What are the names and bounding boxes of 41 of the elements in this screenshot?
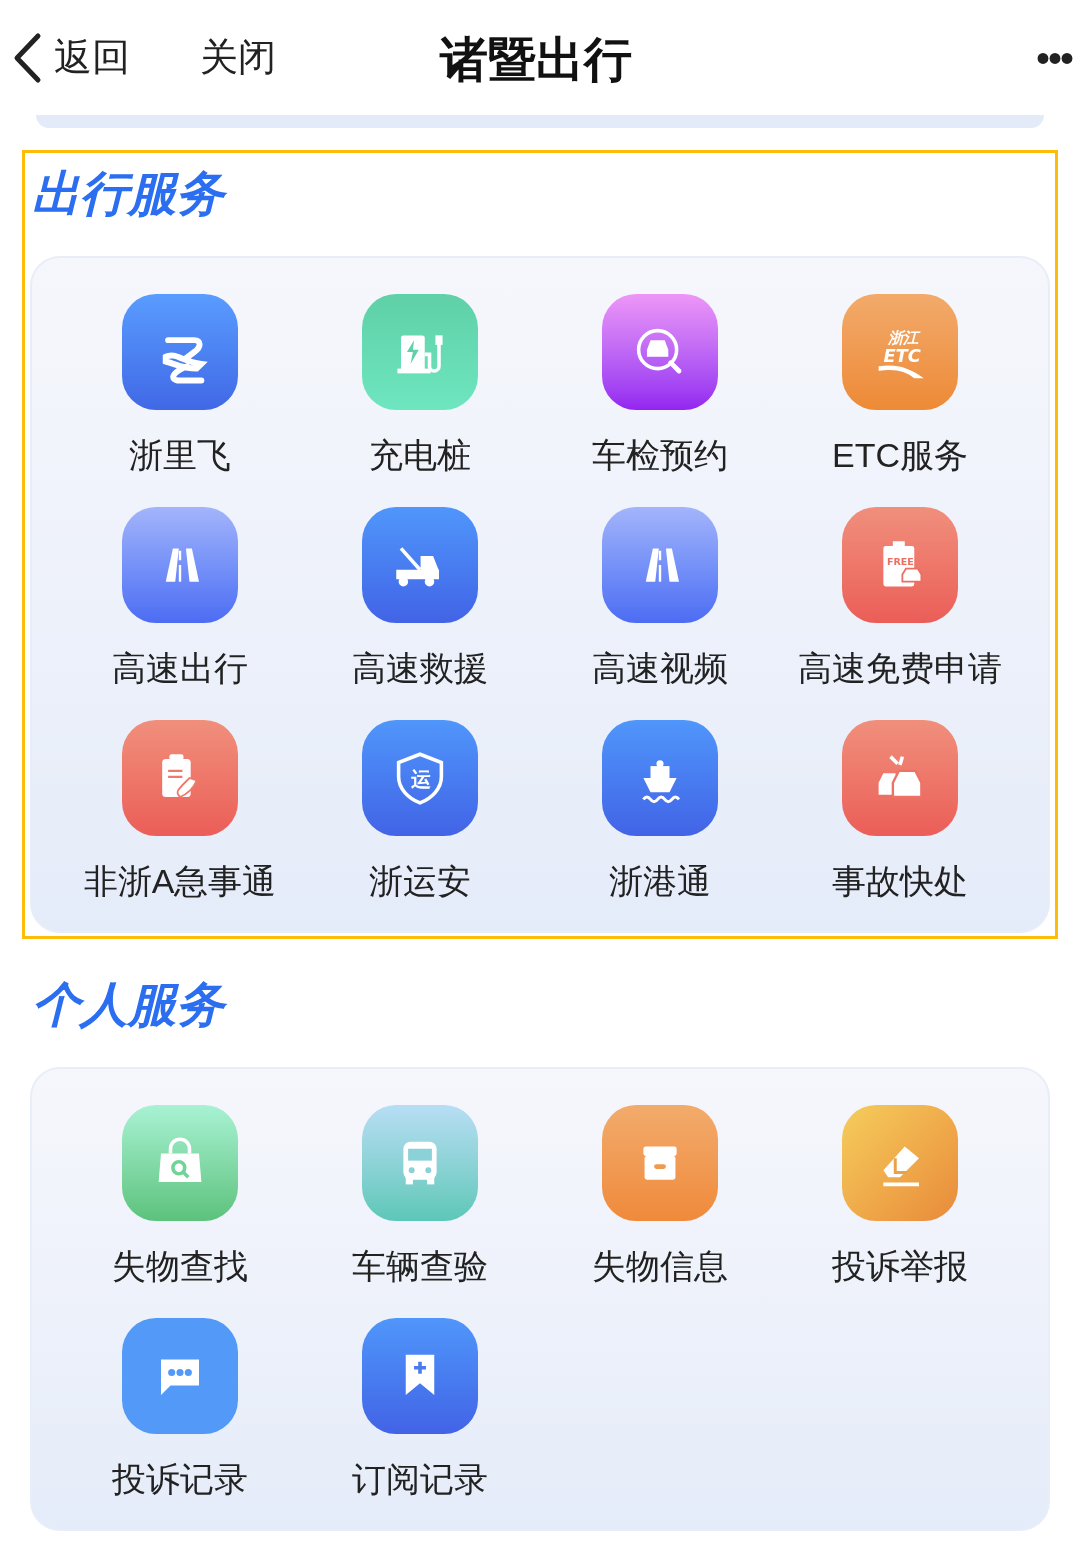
tow-truck-icon (396, 546, 440, 587)
clipboard-car-icon (883, 541, 923, 587)
service-item[interactable]: 高速出行 (60, 507, 300, 708)
bag-search-icon (158, 1137, 202, 1182)
service-item[interactable]: FREE 高速免费申请 (780, 507, 1020, 708)
service-item[interactable]: 高速视频 (540, 507, 780, 708)
road-icon (645, 548, 679, 582)
back-button[interactable]: 返回 (0, 29, 130, 86)
service-item[interactable]: 事故快处 (780, 720, 1020, 921)
service-item[interactable]: 投诉记录 (60, 1318, 300, 1519)
service-item[interactable]: 浙港通 (540, 720, 780, 921)
service-item[interactable]: 充电桩 (300, 294, 540, 495)
logo-text: 浙江 (888, 328, 919, 347)
icon-text: FREE (886, 556, 914, 567)
road-icon (165, 548, 199, 582)
eraser-icon (883, 1146, 919, 1187)
chat-icon (161, 1359, 199, 1395)
service-item[interactable]: 车检预约 (540, 294, 780, 495)
service-item[interactable]: 车辆查验 (300, 1105, 540, 1306)
bus-icon (403, 1141, 437, 1185)
service-item[interactable]: 投诉举报 (780, 1105, 1020, 1306)
service-item[interactable]: 高速救援 (300, 507, 540, 708)
service-item[interactable]: 浙里飞 (60, 294, 300, 495)
service-item[interactable]: 运 浙运安 (300, 720, 540, 921)
close-button[interactable]: 关闭 (200, 29, 276, 86)
service-item[interactable]: 失物信息 (540, 1105, 780, 1306)
box-icon (643, 1146, 677, 1180)
page-title: 诸暨出行 (440, 32, 632, 88)
plane-logo-icon (162, 337, 205, 384)
shield-icon (396, 752, 444, 805)
back-icon (12, 31, 42, 84)
bookmark-icon (405, 1354, 435, 1395)
service-item[interactable]: 失物查找 (60, 1105, 300, 1306)
more-button[interactable]: ••• (1036, 28, 1072, 88)
icon-text: 运 (410, 767, 431, 792)
car-search-icon (636, 328, 682, 374)
service-item[interactable]: 订阅记录 (300, 1318, 540, 1519)
ship-icon (642, 760, 680, 803)
charging-station-icon (397, 335, 443, 374)
service-item[interactable]: 浙江 ETC ETC服务 (780, 294, 1020, 495)
service-item[interactable]: 非浙A急事通 (60, 720, 300, 921)
